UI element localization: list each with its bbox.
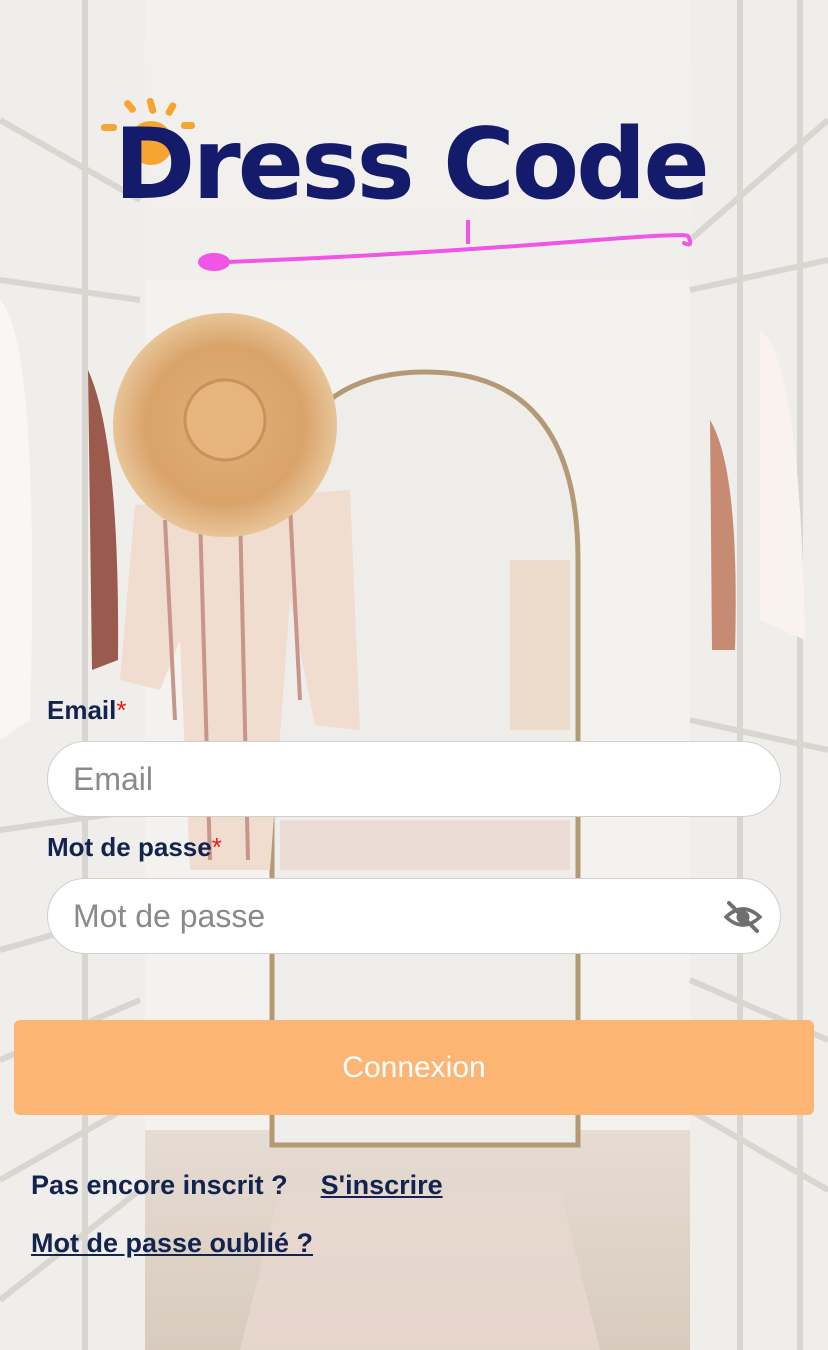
password-field[interactable] [47, 878, 781, 954]
logo-word-dress: Dress [114, 108, 415, 222]
email-label-text: Email [47, 695, 117, 725]
swoosh-drop-icon [198, 253, 230, 271]
password-label: Mot de passe* [47, 832, 222, 863]
email-label: Email* [47, 695, 127, 726]
dresscode-logo: Dress Code [96, 88, 726, 288]
signup-link[interactable]: S'inscrire [321, 1170, 443, 1200]
logo-word-code: Code [442, 108, 710, 222]
email-field[interactable] [47, 741, 781, 817]
connexion-button[interactable]: Connexion [14, 1020, 814, 1115]
logo-text: Dress Code [114, 108, 710, 222]
forgot-row: Mot de passe oublié ? [31, 1228, 313, 1259]
forgot-password-link[interactable]: Mot de passe oublié ? [31, 1228, 313, 1258]
email-input[interactable] [73, 742, 713, 816]
password-required-mark: * [211, 832, 222, 862]
signup-row: Pas encore inscrit ? S'inscrire [31, 1170, 443, 1201]
eye-off-icon[interactable] [724, 899, 762, 935]
email-required-mark: * [116, 695, 127, 725]
password-label-text: Mot de passe [47, 832, 212, 862]
password-input[interactable] [73, 879, 713, 953]
signup-prompt: Pas encore inscrit ? [31, 1170, 288, 1200]
